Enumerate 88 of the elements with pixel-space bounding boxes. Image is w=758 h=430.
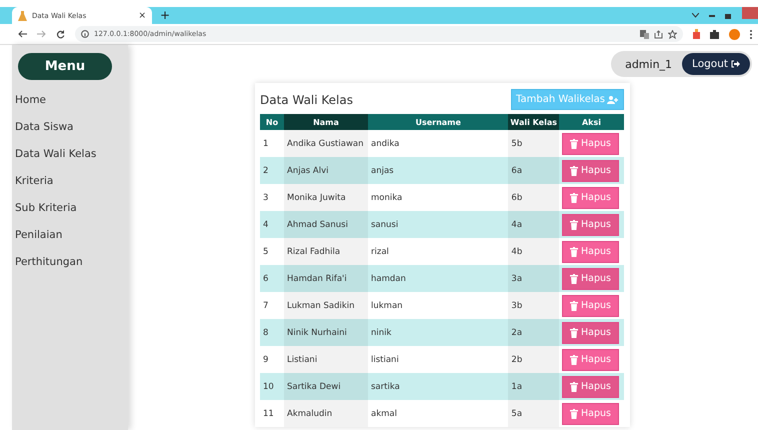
table-cell: Lukman Sadikin <box>284 292 368 319</box>
table-cell: 8 <box>260 319 284 346</box>
table-cell: 5 <box>260 238 284 265</box>
user-name: admin_1 <box>625 58 672 70</box>
table-cell: sartika <box>368 373 508 400</box>
logout-icon <box>731 60 740 68</box>
sidebar-item[interactable]: Data Siswa <box>15 114 128 141</box>
table-cell: Ninik Nurhaini <box>284 319 368 346</box>
sidebar-item[interactable]: Sub Kriteria <box>15 195 128 222</box>
table-cell: 3b <box>508 292 559 319</box>
table-cell: Monika Juwita <box>284 184 368 211</box>
table-cell: rizal <box>368 238 508 265</box>
delete-button[interactable]: Hapus <box>562 268 619 290</box>
table-cell: 6a <box>508 157 559 184</box>
table-cell: 5b <box>508 130 559 157</box>
reload-icon[interactable] <box>56 30 65 38</box>
info-icon <box>81 30 89 38</box>
delete-button[interactable]: Hapus <box>562 214 619 236</box>
table-cell: 4b <box>508 238 559 265</box>
table-cell: Rizal Fadhila <box>284 238 368 265</box>
trash-icon <box>570 192 578 202</box>
user-plus-icon <box>607 96 619 104</box>
table-cell: 3 <box>260 184 284 211</box>
table-cell: Andika Gustiawan <box>284 130 368 157</box>
table-cell: listiani <box>368 346 508 373</box>
sidebar-item[interactable]: Penilaian <box>15 222 128 249</box>
table-cell: 3a <box>508 265 559 292</box>
table-cell: andika <box>368 130 508 157</box>
trash-icon <box>570 328 578 338</box>
trash-icon <box>570 138 578 148</box>
table-cell: 10 <box>260 373 284 400</box>
delete-button[interactable]: Hapus <box>562 376 619 398</box>
column-header: No <box>260 114 284 130</box>
profile-avatar-icon[interactable] <box>729 28 740 40</box>
column-header: Nama <box>284 114 368 130</box>
table-cell: monika <box>368 184 508 211</box>
logout-button[interactable]: Logout <box>682 53 750 75</box>
back-icon[interactable] <box>18 30 27 38</box>
tab-close-button[interactable]: × <box>138 10 146 20</box>
new-tab-button[interactable]: + <box>160 7 170 24</box>
trash-icon <box>570 408 578 418</box>
table-cell: Sartika Dewi <box>284 373 368 400</box>
sidebar-item[interactable]: Perthitungan <box>15 249 128 276</box>
table-cell: Hamdan Rifa'i <box>284 265 368 292</box>
column-header: Username <box>368 114 508 130</box>
flask-icon <box>18 10 27 20</box>
share-icon[interactable] <box>654 30 663 38</box>
table-cell: 6 <box>260 265 284 292</box>
table-cell: Listiani <box>284 346 368 373</box>
trash-icon <box>570 166 578 176</box>
table-cell: 4a <box>508 211 559 238</box>
table-cell: 1a <box>508 373 559 400</box>
table-cell: akmal <box>368 400 508 427</box>
card-title: Data Wali Kelas <box>260 92 353 106</box>
table-cell: 6b <box>508 184 559 211</box>
table-cell: 5a <box>508 400 559 427</box>
sidebar-item[interactable]: Data Wali Kelas <box>15 141 128 168</box>
delete-button[interactable]: Hapus <box>562 322 619 344</box>
table-cell: 11 <box>260 400 284 427</box>
column-header: Aksi <box>559 114 624 130</box>
table-cell: 9 <box>260 346 284 373</box>
menu-button[interactable]: Menu <box>18 53 112 80</box>
trash-icon <box>570 274 578 284</box>
sidebar-item[interactable]: Home <box>15 87 128 114</box>
delete-button[interactable]: Hapus <box>562 160 619 182</box>
table-cell: Akmaludin <box>284 400 368 427</box>
trash-icon <box>570 354 578 364</box>
restore-icon[interactable] <box>725 12 732 18</box>
table-cell: lukman <box>368 292 508 319</box>
trash-icon <box>570 246 578 256</box>
trash-icon <box>570 300 578 310</box>
table-cell: Ahmad Sanusi <box>284 211 368 238</box>
chevron-down-icon[interactable] <box>692 13 699 18</box>
table-cell: 2b <box>508 346 559 373</box>
star-icon[interactable] <box>668 30 677 38</box>
trash-icon <box>570 220 578 230</box>
table-cell: sanusi <box>368 211 508 238</box>
table-cell: hamdan <box>368 265 508 292</box>
table-cell: ninik <box>368 319 508 346</box>
column-header: Wali Kelas <box>508 114 559 130</box>
table-cell: Anjas Alvi <box>284 157 368 184</box>
table-cell: 7 <box>260 292 284 319</box>
sidebar-item[interactable]: Kriteria <box>15 168 128 195</box>
minimize-icon[interactable] <box>709 14 715 16</box>
table-cell: 2a <box>508 319 559 346</box>
trash-icon <box>570 382 578 392</box>
table-cell: 4 <box>260 211 284 238</box>
table-cell: 1 <box>260 130 284 157</box>
